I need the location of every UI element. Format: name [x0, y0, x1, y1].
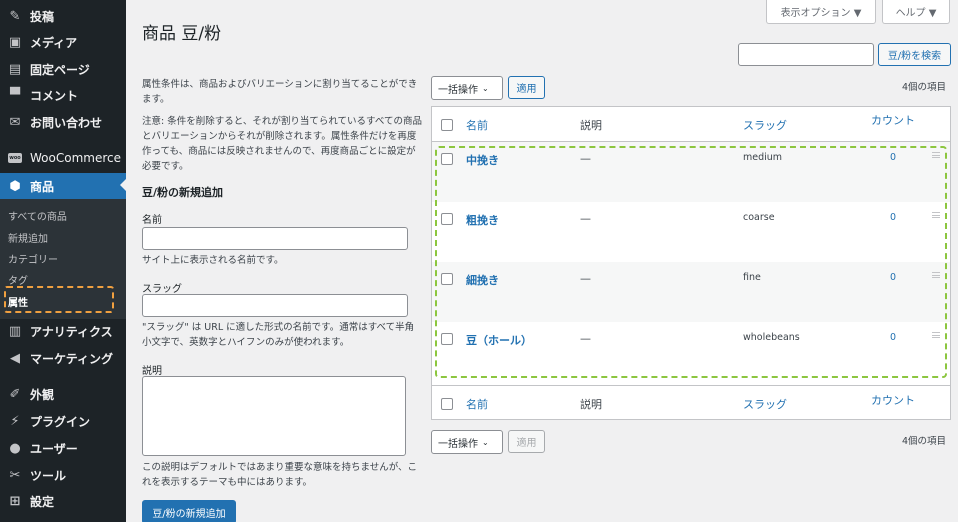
page-title: 商品 豆/粉: [142, 24, 222, 44]
column-footer-count[interactable]: カウント: [871, 392, 915, 408]
name-input[interactable]: [142, 227, 408, 250]
submenu-add-new[interactable]: 新規追加: [8, 230, 48, 245]
woocommerce-icon-text: woo: [8, 153, 22, 163]
menu-settings-label: 設定: [30, 494, 55, 509]
mail-icon: ✉: [9, 114, 21, 130]
user-icon: ●: [9, 440, 21, 456]
column-footer-slug[interactable]: スラッグ: [743, 396, 787, 412]
menu-products[interactable]: ⬢ 商品: [0, 173, 126, 199]
apply-button-top[interactable]: 適用: [508, 76, 545, 99]
menu-analytics[interactable]: ▥ アナリティクス: [0, 319, 126, 343]
submenu-categories[interactable]: カテゴリー: [8, 251, 58, 266]
menu-contact-label: お問い合わせ: [30, 115, 103, 130]
chevron-down-icon: ⌄: [482, 437, 489, 447]
delete-note: 注意: 条件を削除すると、それが割り当てられているすべての商品とバリエーションか…: [142, 116, 423, 172]
menu-marketing-label: マーケティング: [30, 351, 114, 366]
search-input[interactable]: [738, 43, 874, 66]
wrench-icon: ✂: [9, 467, 21, 483]
footer-divider: [432, 385, 950, 386]
slug-help: "スラッグ" は URL に適した形式の名前です。通常はすべて半角小文字で、英数…: [142, 322, 415, 348]
chart-icon: ▥: [8, 323, 22, 339]
add-new-term-button[interactable]: 豆/粉の新規追加: [142, 500, 236, 522]
bulk-action-select-bottom-value: 一括操作: [438, 438, 478, 450]
menu-settings[interactable]: ⊞ 設定: [0, 489, 126, 513]
select-all-checkbox-top[interactable]: [441, 119, 453, 131]
attributes-highlight-box: [4, 286, 114, 313]
description-help: この説明はデフォルトではあまり重要な意味を持ちませんが、これを表示するテーマも中…: [142, 462, 418, 488]
menu-users[interactable]: ● ユーザー: [0, 436, 126, 460]
bulk-action-select-top-value: 一括操作: [438, 84, 478, 96]
menu-comments[interactable]: ▀ コメント: [0, 83, 126, 107]
pin-icon: ✎: [9, 8, 21, 24]
item-count-bottom: 4個の項目: [902, 436, 947, 447]
item-count-top: 4個の項目: [902, 82, 947, 93]
product-icon: ⬢: [9, 178, 21, 194]
menu-posts[interactable]: ✎ 投稿: [0, 4, 126, 28]
chevron-down-icon: ⌄: [482, 83, 489, 93]
menu-appearance-label: 外観: [30, 387, 55, 402]
menu-tools[interactable]: ✂ ツール: [0, 463, 126, 487]
menu-products-label: 商品: [30, 179, 55, 194]
menu-pages[interactable]: ▤ 固定ページ: [0, 57, 126, 81]
comment-icon: ▀: [10, 87, 20, 103]
rows-highlight-box: [435, 146, 947, 378]
admin-sidebar: ✎ 投稿 ▣ メディア ▤ 固定ページ ▀ コメント ✉ お問い合わせ woo …: [0, 0, 126, 522]
bulk-action-select-bottom[interactable]: 一括操作 ⌄: [431, 430, 503, 454]
menu-contact[interactable]: ✉ お問い合わせ: [0, 110, 126, 134]
settings-icon: ⊞: [9, 493, 21, 509]
column-header-count[interactable]: カウント: [871, 112, 915, 128]
menu-marketing[interactable]: ◀ マーケティング: [0, 346, 126, 370]
menu-woocommerce[interactable]: woo WooCommerce: [0, 146, 126, 170]
menu-appearance[interactable]: ✐ 外観: [0, 382, 126, 406]
submenu-tags[interactable]: タグ: [8, 272, 28, 287]
media-icon: ▣: [8, 34, 22, 50]
description-label: 説明: [142, 366, 162, 377]
name-label: 名前: [142, 215, 162, 226]
menu-pages-label: 固定ページ: [30, 62, 90, 77]
submenu-all-products[interactable]: すべての商品: [8, 208, 67, 223]
column-footer-name[interactable]: 名前: [466, 396, 488, 412]
brush-icon: ✐: [9, 386, 21, 402]
intro-text: 属性条件は、商品およびバリエーションに割り当てることができます。: [142, 79, 418, 105]
help-button[interactable]: ヘルプ ▼: [882, 0, 950, 24]
menu-plugins[interactable]: ⚡ プラグイン: [0, 409, 126, 433]
plugin-icon: ⚡: [10, 413, 20, 429]
column-footer-description: 説明: [580, 398, 602, 411]
search-button[interactable]: 豆/粉を検索: [878, 43, 951, 66]
menu-media-label: メディア: [30, 35, 78, 50]
bulk-action-select-top[interactable]: 一括操作 ⌄: [431, 76, 503, 100]
column-header-name[interactable]: 名前: [466, 117, 488, 133]
slug-input[interactable]: [142, 294, 408, 317]
menu-comments-label: コメント: [30, 88, 79, 103]
menu-analytics-label: アナリティクス: [30, 324, 113, 339]
description-textarea[interactable]: [142, 376, 406, 456]
column-header-description: 説明: [580, 119, 602, 132]
main-content: 表示オプション ▼ ヘルプ ▼ 商品 豆/粉 豆/粉を検索 属性条件は、商品およ…: [126, 0, 958, 522]
menu-users-label: ユーザー: [30, 441, 78, 456]
slug-label: スラッグ: [142, 284, 182, 295]
add-new-heading: 豆/粉の新規追加: [142, 186, 224, 199]
menu-media[interactable]: ▣ メディア: [0, 30, 126, 54]
woocommerce-icon: woo: [7, 150, 23, 166]
megaphone-icon: ◀: [10, 350, 20, 366]
screen-options-button[interactable]: 表示オプション ▼: [766, 0, 876, 24]
column-header-slug[interactable]: スラッグ: [743, 117, 787, 133]
apply-button-bottom[interactable]: 適用: [508, 430, 545, 453]
menu-woocommerce-label: WooCommerce: [30, 151, 121, 165]
menu-plugins-label: プラグイン: [30, 414, 91, 429]
select-all-checkbox-bottom[interactable]: [441, 398, 453, 410]
menu-tools-label: ツール: [30, 468, 67, 483]
page-icon: ▤: [8, 61, 22, 77]
menu-posts-label: 投稿: [30, 9, 55, 24]
name-help: サイト上に表示される名前です。: [142, 255, 284, 266]
